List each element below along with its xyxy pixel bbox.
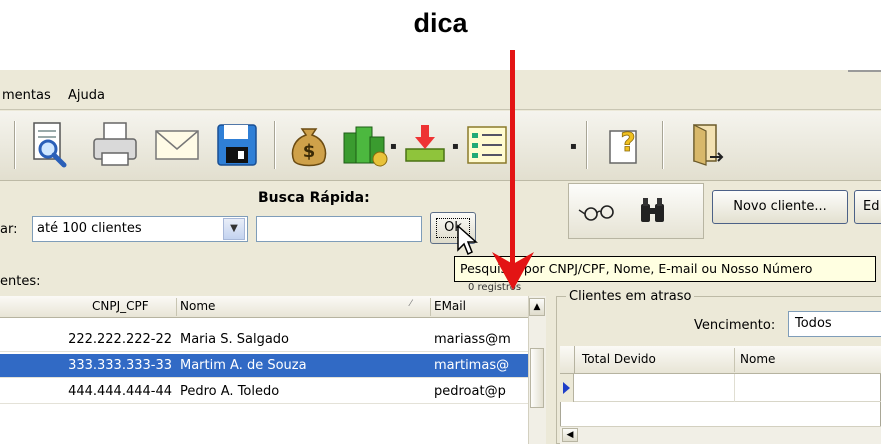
overdue-horizontal-scrollbar[interactable] (560, 426, 881, 444)
cell-nome: Pedro A. Toledo (180, 384, 280, 399)
toolbar-separator (14, 121, 16, 169)
column-header-nome[interactable]: Nome (740, 352, 775, 366)
help-icon[interactable]: ? (600, 119, 650, 171)
sort-indicator-icon: ⁄ (410, 299, 412, 309)
money-dropdown-arrow[interactable]: ▪ (390, 141, 397, 152)
filter-select[interactable]: até 100 clientes (32, 216, 248, 242)
filter-label: ar: (0, 222, 18, 237)
clients-grid-header: CNPJ_CPF Nome ⁄ EMail (0, 296, 528, 318)
clients-label: entes: (0, 274, 41, 289)
svg-text:$: $ (303, 141, 316, 162)
due-date-label: Vencimento: (694, 318, 776, 333)
menu-bar: mentas Ajuda (0, 82, 881, 110)
cell-email: martimas@ (434, 358, 510, 373)
hint-arrow (510, 50, 515, 272)
exit-door-icon[interactable] (680, 119, 730, 171)
column-header-cnpj[interactable]: CNPJ_CPF (92, 299, 149, 313)
list-dropdown-arrow[interactable]: ▪ (570, 141, 577, 152)
download-tray-icon[interactable] (400, 119, 450, 171)
overdue-clients-title: Clientes em atraso (566, 289, 695, 304)
arrow-head-icon (492, 252, 534, 290)
column-header-email[interactable]: EMail (434, 299, 466, 313)
quick-search-title: Busca Rápida: (258, 190, 370, 206)
cell-nome: Maria S. Salgado (180, 332, 290, 347)
mouse-cursor-icon (457, 224, 478, 256)
printer-icon[interactable] (90, 119, 140, 171)
overdue-grid-header: Total Devido Nome (560, 346, 881, 374)
table-row[interactable]: 222.222.222-22 Maria S. Salgado mariass@… (0, 328, 528, 352)
table-row[interactable] (574, 374, 881, 402)
column-header-total-devido[interactable]: Total Devido (582, 352, 656, 366)
binoculars-icon (641, 198, 664, 222)
table-row[interactable]: 333.333.333-33 Martim A. de Souza martim… (0, 354, 528, 378)
row-indicator (560, 374, 574, 402)
new-client-button[interactable]: Novo cliente... (712, 190, 848, 224)
cell-nome: Martim A. de Souza (180, 358, 307, 373)
edit-client-button[interactable]: Ed (854, 190, 881, 224)
list-icon[interactable] (462, 119, 512, 171)
table-row[interactable]: 444.444.444-44 Pedro A. Toledo pedroat@p (0, 380, 528, 404)
due-date-select[interactable]: Todos (788, 311, 881, 337)
hint-caption: dica (413, 8, 468, 38)
cell-cnpj: 333.333.333-33 (68, 358, 172, 373)
money-stack-icon[interactable] (340, 119, 390, 171)
svg-text:?: ? (620, 128, 635, 158)
cell-email: pedroat@p (434, 384, 506, 399)
glasses-icon (578, 205, 614, 221)
toolbar-separator (586, 121, 588, 169)
menu-item-ajuda[interactable]: Ajuda (68, 88, 105, 103)
scroll-up-icon[interactable]: ▲ (529, 298, 545, 316)
cell-cnpj: 444.444.444-44 (68, 384, 172, 399)
title-bar-fragment (848, 70, 881, 76)
tray-dropdown-arrow[interactable]: ▪ (452, 141, 459, 152)
money-bag-icon[interactable]: $ (284, 119, 334, 171)
column-header-nome[interactable]: Nome (180, 299, 215, 313)
toolbar-separator (662, 121, 664, 169)
cell-email: mariass@m (434, 332, 511, 347)
toolbar: $ ▪ ▪ ▪ ? (0, 111, 881, 181)
toolbar-separator (274, 121, 276, 169)
chevron-down-icon[interactable]: ▼ (223, 218, 245, 240)
floppy-disk-icon[interactable] (212, 119, 262, 171)
menu-item-ferramentas[interactable]: mentas (2, 88, 51, 103)
search-input[interactable] (256, 216, 422, 242)
scroll-left-icon[interactable]: ◀ (562, 428, 578, 442)
view-tools-button[interactable] (568, 183, 704, 239)
cell-cnpj: 222.222.222-22 (68, 332, 172, 347)
print-preview-icon[interactable] (24, 119, 74, 171)
envelope-icon[interactable] (152, 119, 202, 171)
scroll-thumb[interactable] (530, 348, 544, 408)
